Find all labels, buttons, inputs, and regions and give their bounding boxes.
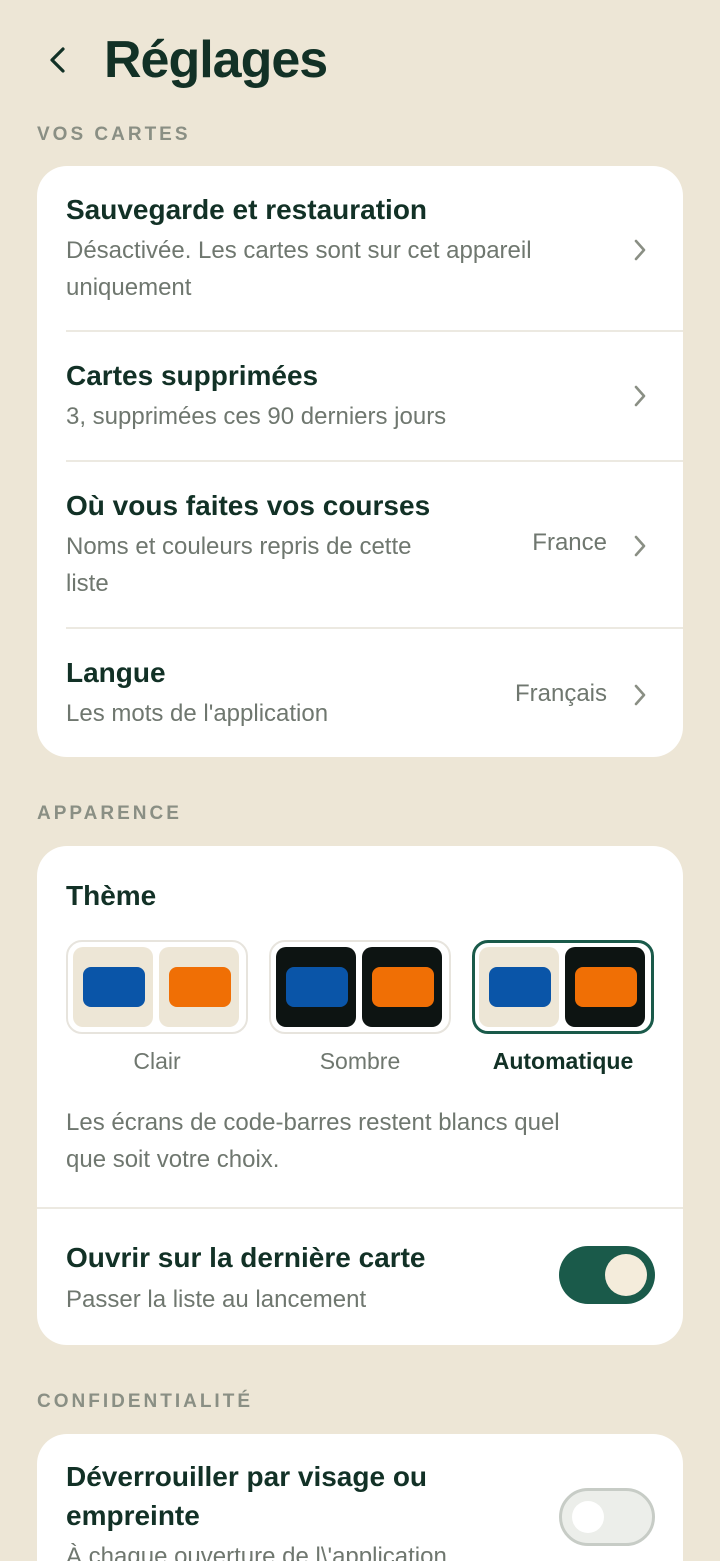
toggle-knob (572, 1501, 604, 1533)
theme-note: Les écrans de code-barres restent blancs… (66, 1109, 560, 1136)
deleted-cards-row[interactable]: Cartes supprimées 3, supprimées ces 90 d… (37, 332, 683, 462)
chevron-right-icon (634, 239, 646, 261)
row-title: Langue (66, 657, 166, 688)
row-subtitle: Noms et couleurs repris de cette (66, 533, 412, 560)
orange-swatch (372, 967, 434, 1007)
blue-swatch (489, 967, 551, 1007)
theme-note: que soit votre choix. (66, 1146, 280, 1173)
row-subtitle: Les mots de l'application (66, 700, 329, 727)
row-subtitle: uniquement (66, 274, 192, 301)
orange-swatch (575, 967, 637, 1007)
row-title: Sauvegarde et restauration (66, 194, 428, 225)
chevron-left-icon (50, 47, 65, 73)
chevron-right-icon (634, 535, 646, 557)
open-last-card-toggle[interactable] (559, 1246, 655, 1304)
row-title: Déverrouiller par visage ou (66, 1461, 428, 1492)
theme-label: Clair (133, 1048, 181, 1074)
privacy-settings-card: Déverrouiller par visage ou empreinte À … (37, 1434, 683, 1561)
row-subtitle: 3, supprimées ces 90 derniers jours (66, 403, 447, 430)
row-value: France (532, 529, 607, 556)
theme-title: Thème (66, 880, 157, 911)
section-label-cards: VOS CARTES (37, 124, 191, 145)
row-subtitle: Désactivée. Les cartes sont sur cet appa… (66, 237, 532, 264)
theme-preview-dark (269, 940, 451, 1034)
header: Réglages (0, 20, 720, 100)
row-subtitle: liste (66, 570, 109, 597)
biometric-unlock-toggle[interactable] (559, 1488, 655, 1546)
cards-settings-card: Sauvegarde et restauration Désactivée. L… (37, 166, 683, 757)
page-title: Réglages (104, 31, 328, 89)
section-label-appearance: APPARENCE (37, 803, 182, 824)
row-title: Ouvrir sur la dernière carte (66, 1242, 426, 1273)
shopping-region-row[interactable]: Où vous faites vos courses Noms et coule… (37, 462, 683, 629)
row-value: Français (514, 680, 607, 707)
chevron-right-icon (634, 684, 646, 706)
row-title: Cartes supprimées (66, 360, 319, 391)
open-last-card-row: Ouvrir sur la dernière carte Passer la l… (37, 1209, 683, 1345)
toggle-knob (605, 1254, 647, 1296)
row-title: empreinte (66, 1500, 200, 1531)
blue-swatch (83, 967, 145, 1007)
theme-preview-auto (472, 940, 654, 1034)
language-row[interactable]: Langue Les mots de l'application Françai… (37, 629, 683, 757)
theme-label: Automatique (492, 1048, 634, 1074)
backup-restore-row[interactable]: Sauvegarde et restauration Désactivée. L… (37, 166, 683, 332)
back-button[interactable] (34, 34, 82, 86)
blue-swatch (286, 967, 348, 1007)
chevron-right-icon (634, 385, 646, 407)
row-title: Où vous faites vos courses (66, 490, 431, 521)
orange-swatch (169, 967, 231, 1007)
section-label-privacy: CONFIDENTIALITÉ (37, 1391, 253, 1412)
row-subtitle: Passer la liste au lancement (66, 1286, 367, 1313)
biometric-unlock-row: Déverrouiller par visage ou empreinte À … (37, 1434, 683, 1561)
row-subtitle: À chaque ouverture de l\'application (66, 1543, 447, 1561)
appearance-settings-card: Thème Clair Sombre Automatique Les écran… (37, 846, 683, 1345)
settings-screen: Réglages VOS CARTES Sauvegarde et restau… (0, 0, 720, 1561)
theme-preview-light (66, 940, 248, 1034)
theme-label: Sombre (319, 1048, 401, 1074)
